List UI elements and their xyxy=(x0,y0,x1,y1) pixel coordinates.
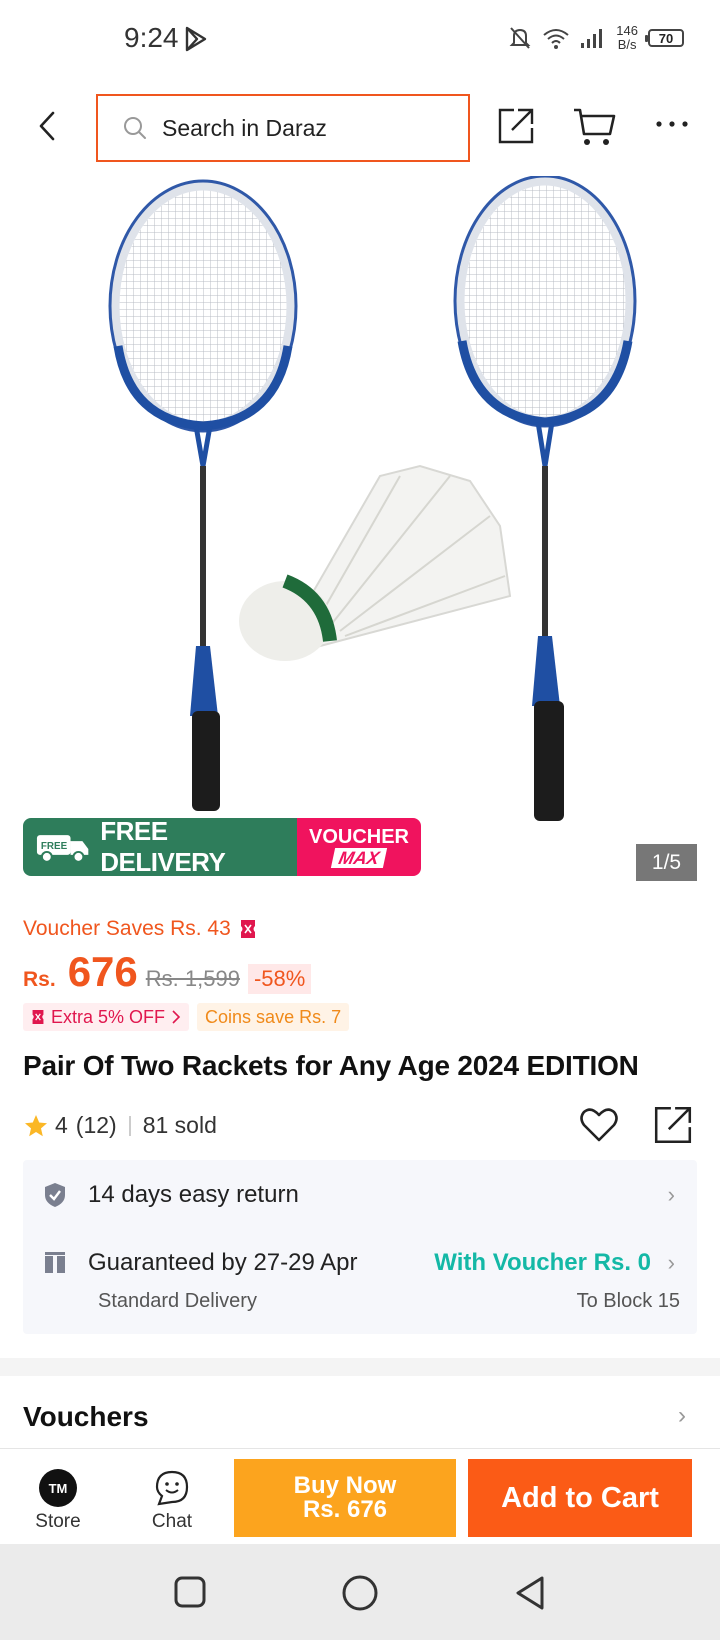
chat-button[interactable]: Chat xyxy=(136,1469,208,1533)
section-divider xyxy=(0,1358,720,1376)
signal-icon xyxy=(581,29,603,48)
net-speed: 146 B/s xyxy=(616,24,638,52)
return-text: 14 days easy return xyxy=(88,1181,299,1208)
service-box: 14 days easy return › Guaranteed by 27-2… xyxy=(23,1160,697,1334)
image-counter: 1/5 xyxy=(636,844,697,881)
free-delivery-text: FREE DELIVERY xyxy=(100,818,226,876)
chat-icon xyxy=(155,1470,189,1506)
divider xyxy=(128,1115,131,1136)
price-original: Rs. 1,599 xyxy=(145,966,240,991)
extra-off-text: Extra 5% OFF xyxy=(51,1006,166,1027)
voucher-ticket-icon xyxy=(32,1010,44,1024)
delivery-text: Guaranteed by 27-29 Apr xyxy=(88,1249,358,1276)
rating-row[interactable]: 4 (12) 81 sold xyxy=(23,1112,217,1139)
cart-icon[interactable] xyxy=(572,106,616,148)
coins-chip: Coins save Rs. 7 xyxy=(197,1003,350,1031)
vouchers-title: Vouchers xyxy=(23,1401,149,1432)
voucher-max-line1: VOUCHER xyxy=(308,826,409,848)
voucher-saves-text: Voucher Saves Rs. 43 xyxy=(23,917,231,940)
badminton-set-image xyxy=(108,176,637,821)
delivery-type: Standard Delivery xyxy=(98,1290,257,1312)
free-delivery-badge: FREE FREE DELIVERY xyxy=(23,818,297,876)
store-button[interactable]: TM Store xyxy=(22,1469,94,1533)
search-input[interactable]: Search in Daraz xyxy=(96,94,470,162)
chevron-right-icon: › xyxy=(667,1182,675,1207)
store-logo: TM xyxy=(39,1469,77,1507)
action-bar: TM Store Chat Buy Now Rs. 676 Add to Car… xyxy=(0,1448,720,1544)
net-speed-value: 146 xyxy=(616,23,638,38)
play-store-icon xyxy=(185,26,207,52)
left-racket xyxy=(108,179,298,811)
share-icon[interactable] xyxy=(496,106,536,146)
net-speed-unit: B/s xyxy=(617,37,637,52)
chevron-right-icon: › xyxy=(667,1250,675,1275)
recents-icon[interactable] xyxy=(172,1574,208,1610)
price-row: Rs. 676 Rs. 1,599 -58% xyxy=(23,948,312,996)
shuttlecock xyxy=(239,464,512,661)
promo-chips: Extra 5% OFF Coins save Rs. 7 xyxy=(23,1003,350,1031)
status-icons: 146 B/s 70 xyxy=(508,24,684,52)
return-policy-row[interactable]: 14 days easy return › xyxy=(23,1160,697,1230)
product-image[interactable] xyxy=(0,176,720,876)
mute-bell-icon xyxy=(509,27,531,49)
voucher-saves: Voucher Saves Rs. 43 xyxy=(23,917,257,941)
voucher-max-line2: MAX xyxy=(330,848,388,868)
search-icon xyxy=(124,117,146,139)
status-bar: 9:24 146 B/s 70 xyxy=(0,0,720,80)
buy-now-button[interactable]: Buy Now Rs. 676 xyxy=(234,1459,456,1537)
top-header: Search in Daraz xyxy=(0,92,720,162)
price-current: 676 xyxy=(67,948,138,995)
battery-icon: 70 xyxy=(645,29,684,47)
add-to-cart-button[interactable]: Add to Cart xyxy=(468,1459,692,1537)
voucher-ticket-icon xyxy=(240,920,255,938)
chevron-right-icon[interactable]: › xyxy=(678,1402,686,1430)
status-time: 9:24 xyxy=(124,22,179,53)
price-currency: Rs. xyxy=(23,968,56,991)
wifi-icon xyxy=(543,29,569,49)
more-icon[interactable] xyxy=(654,112,690,136)
store-label: Store xyxy=(35,1511,81,1532)
promo-banner: FREE FREE DELIVERY VOUCHER MAX xyxy=(23,818,421,876)
product-title: Pair Of Two Rackets for Any Age 2024 EDI… xyxy=(23,1050,639,1081)
star-icon xyxy=(25,1114,47,1136)
buy-now-label: Buy Now xyxy=(293,1472,397,1499)
gift-box-icon xyxy=(45,1252,65,1273)
sold-count: 81 sold xyxy=(142,1112,217,1138)
search-placeholder: Search in Daraz xyxy=(162,114,327,141)
shield-check-icon xyxy=(45,1183,65,1207)
delivery-row[interactable]: Guaranteed by 27-29 Apr With Voucher Rs.… xyxy=(23,1232,697,1332)
system-nav-bar xyxy=(0,1544,720,1640)
discount-badge: -58% xyxy=(247,964,312,994)
delivery-location: To Block 15 xyxy=(576,1290,680,1312)
heart-icon[interactable] xyxy=(578,1104,620,1146)
delivery-truck-icon: FREE xyxy=(36,835,89,863)
share-icon[interactable] xyxy=(652,1104,694,1146)
chat-label: Chat xyxy=(151,1511,193,1532)
free-badge-text: FREE xyxy=(41,841,68,852)
rating-value: 4 xyxy=(55,1112,68,1138)
back-nav-icon[interactable] xyxy=(512,1574,548,1612)
back-icon[interactable] xyxy=(30,108,66,144)
delivery-voucher: With Voucher Rs. 0 xyxy=(434,1249,651,1276)
buy-now-price: Rs. 676 xyxy=(302,1496,388,1523)
review-count: (12) xyxy=(75,1112,117,1138)
extra-off-chip[interactable]: Extra 5% OFF xyxy=(23,1003,190,1031)
chevron-right-icon xyxy=(172,1010,181,1024)
voucher-max-badge: VOUCHER MAX xyxy=(297,818,421,876)
home-icon[interactable] xyxy=(341,1574,379,1612)
